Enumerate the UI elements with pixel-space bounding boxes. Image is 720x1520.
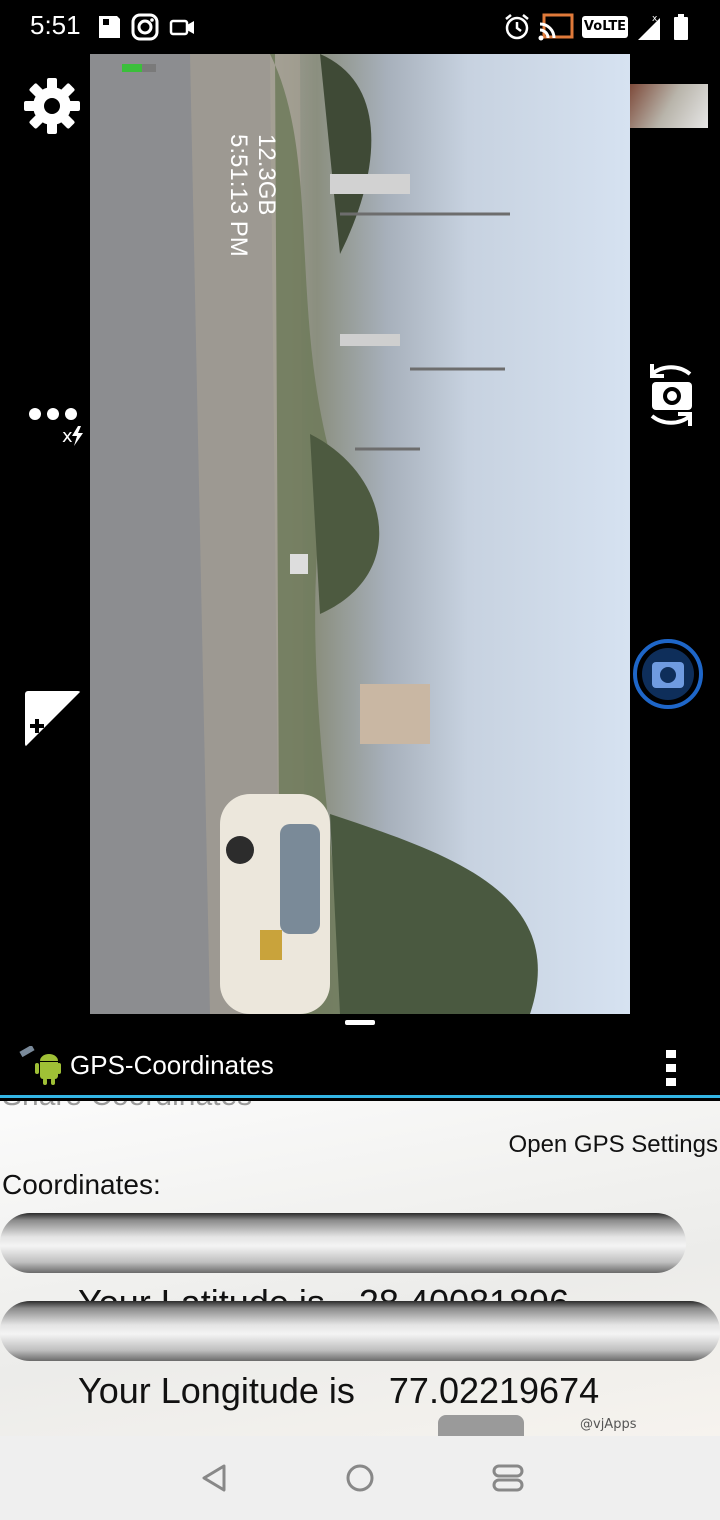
more-flash-icon[interactable]: x <box>26 400 90 450</box>
camera-preview-scene <box>90 54 538 1014</box>
home-icon[interactable] <box>344 1462 376 1494</box>
camera-info-overlay: 12.3GB 5:51:13 PM <box>224 134 280 257</box>
overflow-menu-icon[interactable] <box>660 1048 682 1088</box>
switch-camera-icon[interactable] <box>638 354 704 436</box>
battery-level-fill <box>122 64 143 72</box>
longitude-display: Your Longitude is 77.02219674 <box>0 1301 720 1411</box>
back-icon[interactable] <box>198 1462 230 1494</box>
svg-text:x: x <box>652 14 658 24</box>
status-time: 5:51 <box>30 10 81 40</box>
app-bar: GPS-Coordinates <box>0 1032 720 1098</box>
status-bar: 5:51 VoLTE x <box>0 0 720 54</box>
cast-icon <box>538 13 574 41</box>
partial-button[interactable] <box>438 1415 524 1436</box>
storage-icon <box>99 16 120 38</box>
screen: 5:51 VoLTE x x 12.3GB 5:51:13 PM GPS-Coo… <box>0 0 720 1520</box>
battery-icon <box>674 14 688 40</box>
capture-time: 5:51:13 PM <box>225 134 252 257</box>
camera-right-controls <box>630 54 720 1014</box>
open-gps-settings-button[interactable]: Open GPS Settings <box>509 1131 718 1159</box>
storage-remaining: 12.3GB <box>253 134 280 216</box>
alarm-icon <box>505 14 529 40</box>
longitude-label: Your Longitude is <box>78 1370 355 1411</box>
drag-handle[interactable] <box>345 1020 375 1025</box>
signal-icon: x <box>638 14 660 40</box>
navigation-bar <box>0 1436 720 1520</box>
capture-button[interactable] <box>632 638 704 710</box>
battery-level-bar <box>122 64 156 72</box>
gallery-thumbnail[interactable] <box>630 84 708 128</box>
instagram-icon <box>131 13 159 41</box>
recents-icon[interactable] <box>490 1462 526 1494</box>
video-recording-icon <box>169 19 194 36</box>
volte-badge: VoLTE <box>582 16 628 38</box>
app-title: GPS-Coordinates <box>70 1050 274 1080</box>
watermark: @vjApps <box>580 1417 637 1432</box>
coordinates-label: Coordinates: <box>2 1169 161 1200</box>
longitude-value: 77.02219674 <box>388 1370 600 1411</box>
camera-left-controls: x <box>0 54 90 1014</box>
android-satellite-icon <box>19 1046 61 1085</box>
coordinates-panel: Share Coordinates Open GPS Settings Coor… <box>0 1101 720 1436</box>
exposure-icon[interactable] <box>22 688 84 750</box>
svg-text:x: x <box>62 426 73 447</box>
latitude-display: Your Latitude is28.40081896 <box>0 1213 686 1323</box>
share-coordinates-button[interactable]: Share Coordinates <box>2 1101 252 1113</box>
camera-viewfinder[interactable]: 12.3GB 5:51:13 PM <box>90 54 630 1014</box>
gear-icon[interactable] <box>22 76 82 136</box>
